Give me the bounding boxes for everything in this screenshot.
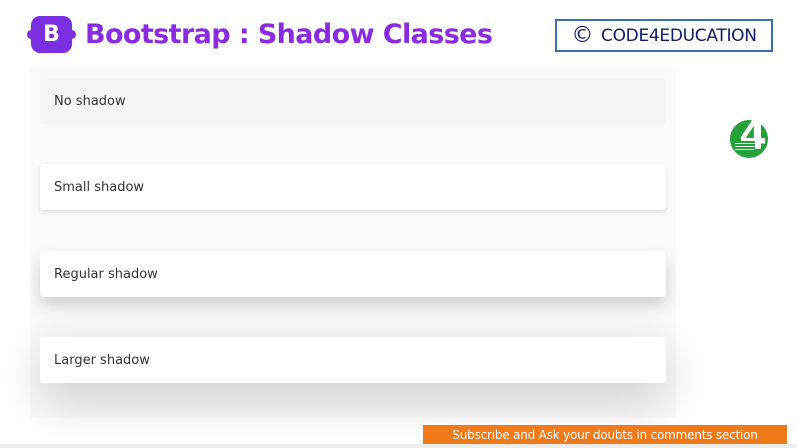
card-label: No shadow <box>54 93 126 109</box>
card-larger-shadow: Larger shadow <box>40 337 666 383</box>
copyright-icon: © <box>571 22 594 48</box>
card-label: Larger shadow <box>54 352 150 368</box>
brand-name: CODE4EDUCATION <box>601 25 757 46</box>
subscribe-banner: Subscribe and Ask your doubts in comment… <box>423 425 787 444</box>
card-no-shadow: No shadow <box>40 78 666 124</box>
page-title: Bootstrap : Shadow Classes <box>85 19 493 50</box>
bottom-divider <box>0 444 797 448</box>
bootstrap-logo-icon: B <box>27 16 76 53</box>
brand-box: © CODE4EDUCATION <box>555 19 773 52</box>
bootstrap-logo-letter: B <box>43 21 60 47</box>
card-small-shadow: Small shadow <box>40 164 666 210</box>
logo-text-lines <box>735 141 755 153</box>
card-label: Small shadow <box>54 179 145 195</box>
code4education-logo-icon: 4 <box>730 120 768 158</box>
card-label: Regular shadow <box>54 266 158 282</box>
card-regular-shadow: Regular shadow <box>40 251 666 297</box>
